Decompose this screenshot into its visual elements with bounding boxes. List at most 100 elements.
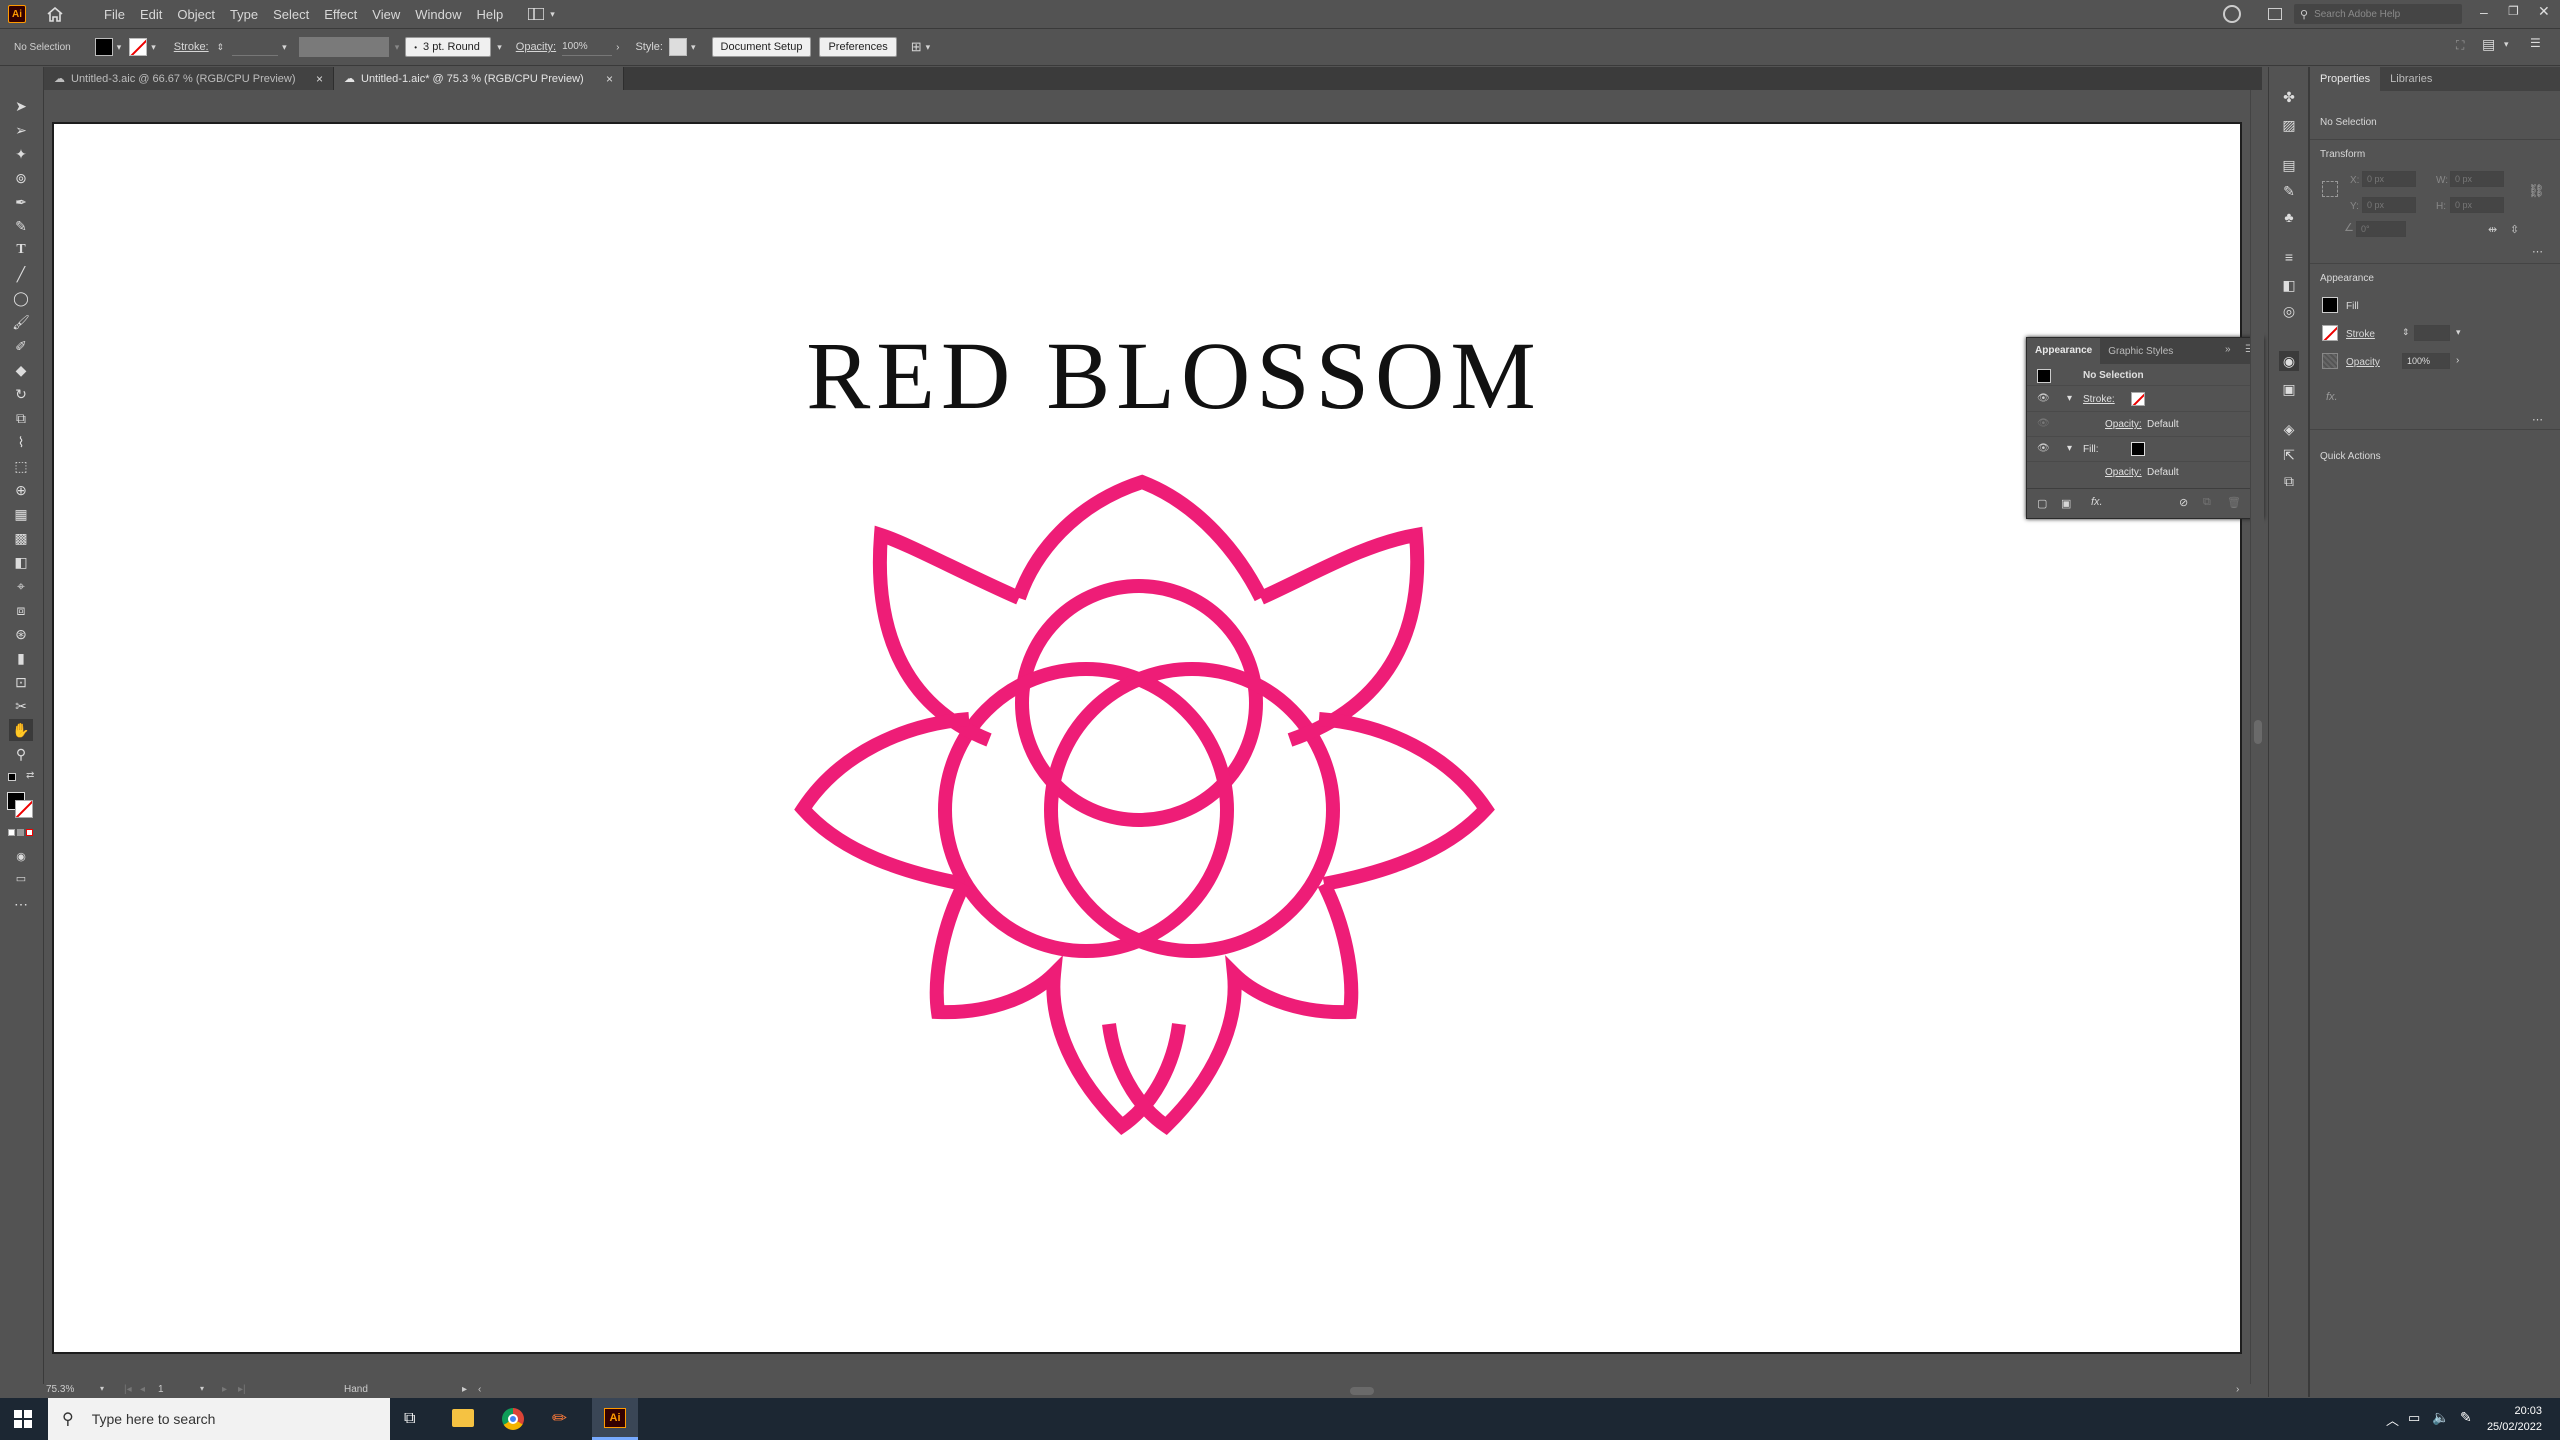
vertical-scrollbar[interactable]: [2250, 90, 2264, 1384]
chevron-down-icon[interactable]: ▾: [100, 1384, 104, 1393]
reference-point-icon[interactable]: [2322, 181, 2338, 197]
artboard[interactable]: RED BLOSSOM: [52, 122, 2242, 1354]
more-options-icon[interactable]: ⋯: [2532, 413, 2543, 426]
eye-icon[interactable]: 👁: [2037, 443, 2050, 454]
blossom-logo[interactable]: [734, 464, 1554, 1264]
chevron-down-icon[interactable]: ▾: [2067, 393, 2072, 404]
menu-edit[interactable]: Edit: [140, 7, 162, 22]
slice-tool-icon[interactable]: ✂: [9, 695, 33, 717]
eye-icon[interactable]: 👁: [2037, 393, 2050, 404]
first-artboard-icon[interactable]: |◂: [124, 1384, 132, 1395]
brushes-icon[interactable]: ✎: [2279, 181, 2299, 201]
graphic-styles-icon[interactable]: ▤: [2279, 155, 2299, 175]
add-fill-icon[interactable]: ▣: [2061, 497, 2071, 510]
prev-artboard-icon[interactable]: ◂: [140, 1384, 145, 1395]
workspace-switcher[interactable]: ▾: [528, 8, 555, 20]
fill-swatch[interactable]: [2322, 297, 2338, 313]
transparency-icon[interactable]: ◎: [2279, 301, 2299, 321]
preferences-button[interactable]: Preferences: [819, 37, 897, 57]
pen-tool-icon[interactable]: ✒: [9, 191, 33, 213]
brush-panel-icon[interactable]: ✤: [2279, 87, 2299, 107]
restore-button[interactable]: ❐: [2508, 4, 2519, 18]
task-view-icon[interactable]: ⧉: [404, 1410, 415, 1428]
menu-select[interactable]: Select: [273, 7, 309, 22]
home-icon[interactable]: [44, 3, 66, 25]
fx-icon[interactable]: fx.: [2091, 496, 2103, 508]
search-field[interactable]: ⚲ Search Adobe Help: [2294, 4, 2462, 24]
magic-wand-icon[interactable]: ✦: [9, 143, 33, 165]
eye-icon[interactable]: 👁: [2037, 418, 2050, 429]
minimize-button[interactable]: –: [2480, 4, 2488, 20]
fill-swatch[interactable]: [94, 38, 113, 56]
panel-toggle-icon[interactable]: [2268, 8, 2282, 20]
ellipse-tool-icon[interactable]: ◯: [9, 287, 33, 309]
tab-appearance[interactable]: Appearance: [2027, 338, 2101, 364]
blob-brush-icon[interactable]: ✐: [9, 335, 33, 357]
appearance-stroke-opacity-row[interactable]: 👁 Opacity: Default: [2027, 413, 2251, 437]
image-icon[interactable]: ▣: [2279, 379, 2299, 399]
stroke-attr-label[interactable]: Stroke:: [2083, 394, 2115, 405]
delete-item-icon[interactable]: 🗑: [2227, 496, 2241, 509]
h-field[interactable]: 0 px: [2450, 197, 2504, 213]
close-icon[interactable]: ×: [316, 72, 323, 86]
x-field[interactable]: 0 px: [2362, 171, 2416, 187]
tab-properties[interactable]: Properties: [2310, 67, 2381, 91]
opacity-field[interactable]: 100%: [2402, 353, 2450, 369]
y-field[interactable]: 0 px: [2362, 197, 2416, 213]
scroll-right-icon[interactable]: ›: [2236, 1384, 2239, 1395]
more-options-icon[interactable]: ⋯: [2532, 245, 2543, 258]
flip-vertical-icon[interactable]: ⇳: [2510, 223, 2519, 236]
tab-libraries[interactable]: Libraries: [2380, 73, 2442, 85]
fill-attr-label[interactable]: Fill:: [2083, 444, 2099, 455]
stroke-color-box[interactable]: [15, 800, 33, 818]
document-setup-button[interactable]: Document Setup: [711, 37, 812, 57]
artwork-title[interactable]: RED BLOSSOM: [754, 328, 1594, 424]
chevron-right-icon[interactable]: ›: [616, 42, 619, 53]
symbols-icon[interactable]: ♣: [2279, 207, 2299, 227]
chevron-down-icon[interactable]: ▾: [2067, 443, 2072, 454]
flip-horizontal-icon[interactable]: ⇹: [2488, 223, 2497, 236]
fx-icon[interactable]: fx.: [2326, 391, 2338, 403]
opacity-attr-label[interactable]: Opacity:: [2105, 467, 2142, 477]
paintbrush-icon[interactable]: 🖌: [9, 311, 33, 333]
horizontal-scrollbar-thumb[interactable]: [1350, 1387, 1374, 1395]
draw-mode-icon[interactable]: ◉: [9, 845, 33, 867]
tray-chevron-icon[interactable]: ︿: [2386, 1410, 2399, 1429]
scale-tool-icon[interactable]: ⧉: [9, 407, 33, 429]
curvature-tool-icon[interactable]: ✎: [9, 215, 33, 237]
chevron-down-icon[interactable]: ▾: [497, 42, 502, 53]
mesh-tool-icon[interactable]: ▩: [9, 527, 33, 549]
w-field[interactable]: 0 px: [2450, 171, 2504, 187]
chevron-down-icon[interactable]: ▾: [926, 42, 931, 53]
clear-appearance-icon[interactable]: ⊘: [2179, 496, 2188, 509]
angle-field[interactable]: 0°: [2356, 221, 2406, 237]
taskbar-clock[interactable]: 20:03 25/02/2022: [2484, 1403, 2542, 1435]
last-artboard-icon[interactable]: ▸|: [238, 1384, 246, 1395]
blend-tool-icon[interactable]: ⧈: [9, 599, 33, 621]
stroke-swatch[interactable]: [2322, 325, 2338, 341]
stroke-swatch[interactable]: [129, 38, 148, 56]
stroke-label[interactable]: Stroke:: [174, 41, 209, 53]
opacity-input[interactable]: 100%: [562, 38, 613, 56]
chrome-icon[interactable]: [502, 1408, 524, 1430]
duplicate-item-icon[interactable]: ⧉: [2203, 496, 2211, 509]
tab-untitled-1[interactable]: ☁ Untitled-1.aic* @ 75.3 % (RGB/CPU Prev…: [334, 67, 624, 90]
gradient-tool-icon[interactable]: ◧: [9, 551, 33, 573]
next-artboard-icon[interactable]: ▸: [222, 1384, 227, 1395]
scroll-left-icon[interactable]: ‹: [478, 1384, 481, 1395]
stroke-stepper-icon[interactable]: ⇕: [2402, 327, 2410, 338]
warp-tool-icon[interactable]: ⌇: [9, 431, 33, 453]
menu-help[interactable]: Help: [476, 7, 503, 22]
chevron-down-icon[interactable]: ▾: [2504, 39, 2509, 50]
stroke-weight-field[interactable]: [2414, 325, 2450, 341]
screen-mode-icon[interactable]: ▭: [9, 867, 33, 889]
menu-effect[interactable]: Effect: [324, 7, 357, 22]
tab-untitled-3[interactable]: ☁ Untitled-3.aic @ 66.67 % (RGB/CPU Prev…: [44, 67, 334, 90]
opacity-label[interactable]: Opacity: [2346, 357, 2380, 368]
chevron-down-icon[interactable]: ▾: [200, 1384, 204, 1393]
color-mode-buttons[interactable]: [8, 829, 33, 836]
asset-export-icon[interactable]: ⇱: [2279, 445, 2299, 465]
stroke-none-swatch[interactable]: [2131, 392, 2145, 406]
lasso-icon[interactable]: ⊚: [9, 167, 33, 189]
chevron-down-icon[interactable]: ▾: [2456, 327, 2461, 338]
